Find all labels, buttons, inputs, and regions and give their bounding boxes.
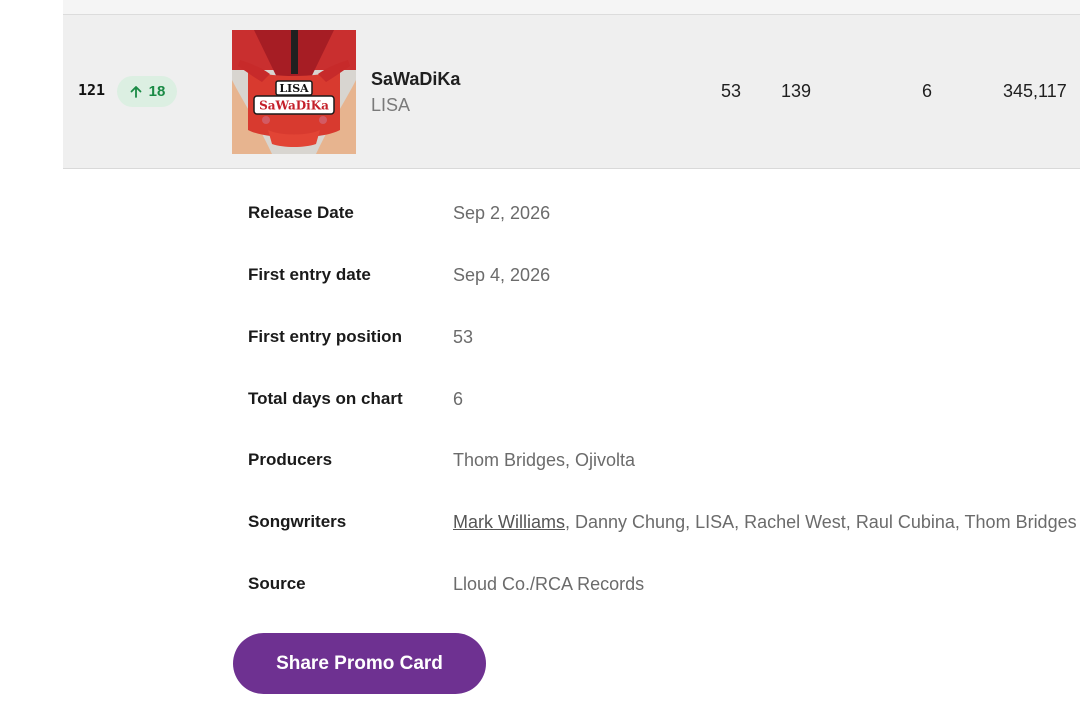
detail-label: Total days on chart	[248, 389, 403, 408]
detail-label: Producers	[248, 450, 333, 469]
artist-name[interactable]: LISA	[371, 95, 410, 116]
detail-songwriters: Songwriters Mark Williams, Danny Chung, …	[248, 512, 1080, 542]
detail-value: Sep 4, 2026	[453, 265, 551, 285]
detail-label: First entry position	[248, 327, 402, 346]
detail-value-songwriters: Mark Williams, Danny Chung, LISA, Rachel…	[453, 512, 1077, 533]
chart-entry-row[interactable]: 121 18 LISA SaWaDiKa SaWaDiKa LISA 53 13…	[63, 15, 1080, 169]
detail-release-date: Release Date Sep 2, 2026	[248, 203, 1080, 233]
stat-streams: 345,117	[1003, 81, 1067, 101]
detail-value: 53	[453, 327, 474, 347]
detail-label: First entry date	[248, 265, 371, 284]
songwriter-link[interactable]: Mark Williams	[453, 512, 565, 532]
detail-total-days: Total days on chart 6	[248, 389, 1080, 419]
detail-value: 6	[453, 389, 464, 409]
detail-label: Release Date	[248, 203, 354, 222]
entry-details: Release Date Sep 2, 2026 First entry dat…	[0, 168, 1080, 710]
movement-badge: 18	[117, 76, 177, 107]
songwriter-list: , Danny Chung, LISA, Rachel West, Raul C…	[565, 512, 1077, 532]
movement-value: 18	[148, 83, 166, 100]
album-cover[interactable]: LISA SaWaDiKa	[232, 30, 356, 154]
previous-row-edge	[63, 0, 1080, 15]
cover-text-top: LISA	[279, 82, 309, 95]
arrow-up-icon	[129, 85, 143, 99]
cover-text-main: SaWaDiKa	[259, 99, 329, 113]
detail-value: Sep 2, 2026	[453, 203, 551, 223]
detail-first-entry-position: First entry position 53	[248, 327, 1080, 357]
detail-source: Source Lloud Co./RCA Records	[248, 574, 1080, 604]
detail-first-entry-date: First entry date Sep 4, 2026	[248, 265, 1080, 295]
song-title[interactable]: SaWaDiKa	[371, 69, 460, 90]
share-promo-card-button[interactable]: Share Promo Card	[233, 633, 486, 694]
detail-label: Songwriters	[248, 512, 347, 531]
detail-producers: Producers Thom Bridges, Ojivolta	[248, 450, 1080, 480]
detail-label: Source	[248, 574, 306, 593]
stat-days: 6	[922, 81, 933, 101]
detail-value: Thom Bridges, Ojivolta	[453, 450, 636, 470]
stat-previous: 139	[781, 81, 812, 101]
stat-peak: 53	[721, 81, 742, 101]
detail-value: Lloud Co./RCA Records	[453, 574, 645, 594]
rank-number: 121	[78, 81, 106, 99]
chart-entry-page: 121 18 LISA SaWaDiKa SaWaDiKa LISA 53 13…	[0, 0, 1080, 710]
